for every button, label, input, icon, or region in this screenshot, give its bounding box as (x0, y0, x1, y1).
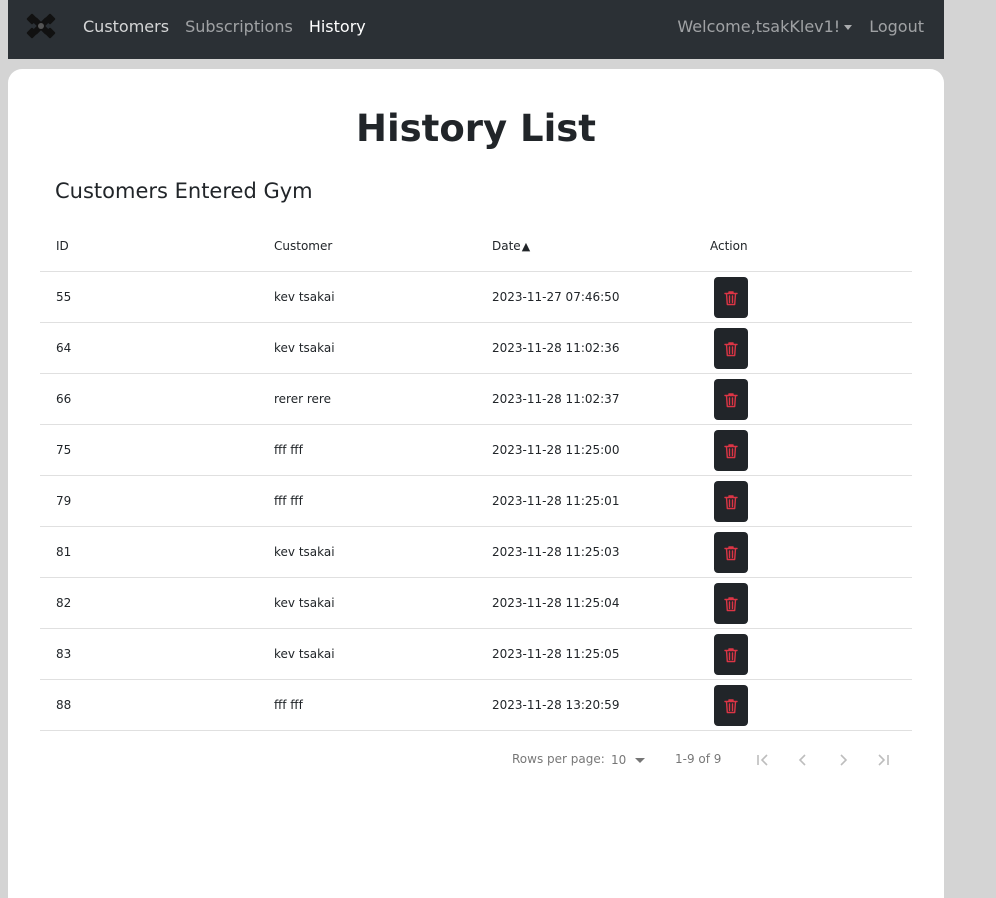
rows-per-page-select[interactable]: 10 (611, 749, 646, 771)
user-menu-dropdown[interactable]: Welcome,tsakKlev1! (677, 17, 853, 36)
cell-customer: kev tsakai (274, 596, 335, 610)
cell-date: 2023-11-28 11:25:00 (492, 443, 620, 457)
welcome-text: Welcome,tsakKlev1! (677, 17, 841, 36)
delete-button[interactable] (714, 532, 748, 573)
history-table: ID Customer Date▲ Action 55 kev tsakai 202… (40, 221, 912, 731)
cell-id: 64 (56, 341, 72, 355)
delete-button[interactable] (714, 277, 748, 318)
cell-id: 88 (56, 698, 72, 712)
logout-link[interactable]: Logout (869, 17, 924, 36)
cell-customer: fff fff (274, 494, 303, 508)
cell-customer: kev tsakai (274, 341, 335, 355)
next-page-button[interactable] (833, 750, 853, 770)
trash-icon (724, 290, 738, 305)
chevron-left-icon (798, 754, 806, 766)
cell-date: 2023-11-28 11:25:04 (492, 596, 620, 610)
sort-ascending-icon: ▲ (521, 240, 531, 253)
nav-link-subscriptions[interactable]: Subscriptions (185, 17, 293, 36)
delete-button[interactable] (714, 685, 748, 726)
delete-button[interactable] (714, 634, 748, 675)
cell-customer: rerer rere (274, 392, 331, 406)
trash-icon (724, 698, 738, 713)
cell-date: 2023-11-28 11:02:37 (492, 392, 620, 406)
cell-date: 2023-11-28 11:25:05 (492, 647, 620, 661)
cell-date: 2023-11-28 11:25:01 (492, 494, 620, 508)
table-row: 79 fff fff 2023-11-28 11:25:01 (40, 476, 912, 527)
first-page-icon (757, 754, 768, 766)
cell-date: 2023-11-28 11:25:03 (492, 545, 620, 559)
cell-customer: fff fff (274, 443, 303, 457)
cell-id: 75 (56, 443, 72, 457)
cell-customer: fff fff (274, 698, 303, 712)
trash-icon (724, 443, 738, 458)
first-page-button[interactable] (753, 750, 773, 770)
delete-button[interactable] (714, 481, 748, 522)
table-header-row: ID Customer Date▲ Action (40, 221, 912, 272)
cell-customer: kev tsakai (274, 647, 335, 661)
table-row: 83 kev tsakai 2023-11-28 11:25:05 (40, 629, 912, 680)
delete-button[interactable] (714, 430, 748, 471)
delete-button[interactable] (714, 379, 748, 420)
cell-id: 55 (56, 290, 72, 304)
rows-per-page-value: 10 (611, 753, 627, 767)
table-row: 75 fff fff 2023-11-28 11:25:00 (40, 425, 912, 476)
last-page-icon (878, 754, 889, 766)
rows-per-page-label: Rows per page: (512, 752, 605, 766)
cell-date: 2023-11-27 07:46:50 (492, 290, 620, 304)
nav-link-history[interactable]: History (309, 17, 366, 36)
section-subtitle: Customers Entered Gym (55, 179, 313, 203)
trash-icon (724, 647, 738, 662)
chevron-down-icon (844, 25, 853, 30)
chevron-right-icon (840, 754, 848, 766)
column-header-action: Action (710, 239, 748, 253)
trash-icon (724, 596, 738, 611)
dropdown-arrow-icon (635, 757, 646, 763)
cell-id: 82 (56, 596, 72, 610)
cell-customer: kev tsakai (274, 545, 335, 559)
top-navbar: Customers Subscriptions History Welcome,… (8, 0, 944, 59)
cell-id: 79 (56, 494, 72, 508)
cell-customer: kev tsakai (274, 290, 335, 304)
table-row: 55 kev tsakai 2023-11-27 07:46:50 (40, 272, 912, 323)
trash-icon (724, 341, 738, 356)
pagination-bar: Rows per page: 10 1-9 of 9 (8, 749, 944, 771)
table-row: 82 kev tsakai 2023-11-28 11:25:04 (40, 578, 912, 629)
last-page-button[interactable] (873, 750, 893, 770)
table-row: 64 kev tsakai 2023-11-28 11:02:36 (40, 323, 912, 374)
table-row: 88 fff fff 2023-11-28 13:20:59 (40, 680, 912, 731)
previous-page-button[interactable] (793, 750, 813, 770)
nav-link-customers[interactable]: Customers (83, 17, 169, 36)
delete-button[interactable] (714, 583, 748, 624)
pagination-range: 1-9 of 9 (675, 752, 722, 766)
column-header-date[interactable]: Date▲ (492, 221, 530, 272)
column-header-date-label: Date (492, 239, 521, 253)
cell-date: 2023-11-28 13:20:59 (492, 698, 620, 712)
column-header-customer[interactable]: Customer (274, 221, 332, 272)
trash-icon (724, 494, 738, 509)
table-body: 55 kev tsakai 2023-11-27 07:46:50 64 kev tsa… (40, 272, 912, 731)
cell-id: 66 (56, 392, 72, 406)
delete-button[interactable] (714, 328, 748, 369)
main-card: History List Customers Entered Gym ID Cu… (8, 69, 944, 898)
table-row: 81 kev tsakai 2023-11-28 11:25:03 (40, 527, 912, 578)
trash-icon (724, 392, 738, 407)
trash-icon (724, 545, 738, 560)
cell-id: 81 (56, 545, 72, 559)
column-header-id[interactable]: ID (56, 221, 69, 272)
page-title: History List (356, 107, 596, 150)
table-row: 66 rerer rere 2023-11-28 11:02:37 (40, 374, 912, 425)
cell-date: 2023-11-28 11:02:36 (492, 341, 620, 355)
cell-id: 83 (56, 647, 72, 661)
gym-logo-icon[interactable] (26, 12, 56, 40)
